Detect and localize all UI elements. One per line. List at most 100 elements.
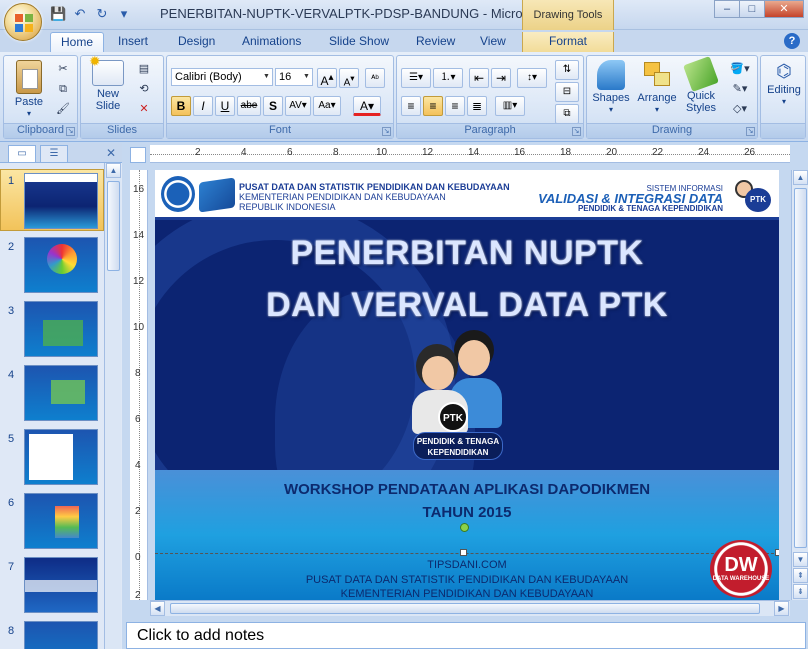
scroll-thumb[interactable] [107,181,120,271]
help-icon[interactable]: ? [784,33,800,49]
reset-icon[interactable]: ⟲ [135,80,153,98]
character-spacing-icon[interactable]: AV▾ [285,96,311,116]
scroll-down-icon[interactable]: ▼ [793,552,808,567]
slide-thumbnail[interactable] [24,429,98,485]
slide-thumbnail[interactable] [24,557,98,613]
quick-styles-icon [683,56,719,92]
resize-handle[interactable] [775,549,779,556]
layout-icon[interactable]: ▤ [135,60,153,78]
tab-review[interactable]: Review [406,32,465,52]
slide-horizontal-scrollbar[interactable]: ◀ ▶ [150,600,790,616]
office-button[interactable] [4,3,42,41]
underline-icon[interactable]: U [215,96,235,116]
minimize-button[interactable]: – [714,0,740,18]
line-spacing-icon[interactable]: ↕▾ [517,68,547,88]
next-slide-icon[interactable]: ⇟ [793,584,808,599]
slide-vertical-scrollbar[interactable]: ▲ ▼ ⇞ ⇟ [791,170,808,600]
cut-icon[interactable]: ✂ [54,60,72,78]
justify-icon[interactable]: ≣ [467,96,487,116]
previous-slide-icon[interactable]: ⇞ [793,568,808,583]
slide-thumbnail[interactable] [24,493,98,549]
scroll-up-icon[interactable]: ▲ [106,163,121,178]
bullets-icon[interactable]: ☰▾ [401,68,431,88]
align-left-icon[interactable]: ≡ [401,96,421,116]
clipboard-launcher-icon[interactable]: ↘ [66,127,75,136]
tab-slide-show[interactable]: Slide Show [319,32,399,52]
align-right-icon[interactable]: ≡ [445,96,465,116]
change-case-icon[interactable]: Aa▾ [313,96,341,116]
delete-slide-icon[interactable]: ✕ [135,100,153,118]
resize-handle[interactable] [460,549,467,556]
shape-effects-icon[interactable]: ◇▾ [727,100,753,118]
new-slide-button[interactable]: ✹ New Slide [85,54,131,112]
maximize-button[interactable]: □ [739,0,765,18]
tab-format[interactable]: Format [522,32,614,52]
slide-thumbnail[interactable] [24,365,98,421]
slide-thumbnail[interactable] [24,237,98,293]
shapes-button[interactable]: Shapes ▾ [591,60,631,116]
tab-selector-icon[interactable] [130,147,146,163]
text-direction-icon[interactable]: ⇅ [555,60,579,80]
tab-view[interactable]: View [470,32,516,52]
undo-icon[interactable]: ↶ [72,6,88,22]
shrink-font-icon[interactable]: A▾ [339,68,359,88]
scroll-left-icon[interactable]: ◀ [150,601,165,616]
ruler-tick: 26 [744,147,756,158]
paste-button[interactable]: Paste ▾ [8,60,50,120]
slide-canvas[interactable]: PUSAT DATA DAN STATISTIK PENDIDIKAN DAN … [155,170,779,600]
shape-outline-icon[interactable]: ✎▾ [727,80,753,98]
copy-icon[interactable]: ⧉ [54,80,72,98]
arrange-button[interactable]: Arrange ▾ [635,60,679,116]
customize-qat-button[interactable]: ▾ [116,6,132,22]
notes-pane[interactable]: Click to add notes [126,622,806,649]
thumbnails-scrollbar[interactable]: ▲ [104,163,121,649]
shape-fill-icon[interactable]: 🪣▾ [727,60,753,78]
close-panel-icon[interactable]: ✕ [106,146,116,160]
grow-font-icon[interactable]: A▴ [317,68,337,88]
text-shadow-icon[interactable]: S [263,96,283,116]
slide-thumbnail[interactable] [24,173,98,229]
org-line-1: PUSAT DATA DAN STATISTIK PENDIDIKAN DAN … [239,182,510,192]
format-painter-icon[interactable]: 🖌 [54,100,72,118]
tab-animations[interactable]: Animations [232,32,311,52]
increase-indent-icon[interactable]: ⇥ [491,68,511,88]
columns-icon[interactable]: ▥▾ [495,96,525,116]
quick-styles-button[interactable]: Quick Styles [681,56,721,114]
editing-button[interactable]: ⌬ Editing ▾ [763,60,805,108]
scroll-thumb[interactable] [794,188,807,548]
font-size-value: 16 [279,71,292,83]
tab-slides-icon[interactable]: ▭ [8,145,36,162]
paragraph-launcher-icon[interactable]: ↘ [572,127,581,136]
redo-icon[interactable]: ↻ [94,6,110,22]
tab-outline-icon[interactable]: ☰ [40,145,68,162]
font-color-icon[interactable]: A▾ [353,96,381,116]
tab-insert[interactable]: Insert [108,32,158,52]
smartart-icon[interactable]: ⧉ [555,104,579,124]
font-family-combo[interactable]: Calibri (Body) ▼ [171,68,273,86]
numbering-icon[interactable]: ⒈▾ [433,68,463,88]
rotation-handle[interactable] [460,523,469,532]
scroll-right-icon[interactable]: ▶ [774,601,789,616]
align-text-icon[interactable]: ⊟ [555,82,579,102]
ruler-tick: 12 [133,276,145,287]
close-button[interactable]: ✕ [764,0,804,18]
tab-home[interactable]: Home [50,32,105,52]
site-text[interactable]: TIPSDANI.COM [155,559,779,571]
clear-formatting-icon[interactable]: ᴬᵇ [365,68,385,88]
footer-line-2: KEMENTERIAN PENDIDIKAN DAN KEBUDAYAAN [340,588,594,600]
tab-design[interactable]: Design [168,32,225,52]
font-size-combo[interactable]: 16 ▼ [275,68,313,86]
scroll-up-icon[interactable]: ▲ [793,170,808,185]
drawing-launcher-icon[interactable]: ↘ [746,127,755,136]
bold-icon[interactable]: B [171,96,191,116]
decrease-indent-icon[interactable]: ⇤ [469,68,489,88]
italic-icon[interactable]: I [193,96,213,116]
dw-logo-text: DW [724,554,758,576]
save-icon[interactable]: 💾 [50,6,66,22]
align-center-icon[interactable]: ≡ [423,96,443,116]
font-launcher-icon[interactable]: ↘ [382,127,391,136]
slide-thumbnail[interactable] [24,621,98,649]
slide-thumbnail[interactable] [24,301,98,357]
strikethrough-icon[interactable]: abe [237,96,261,116]
scroll-thumb[interactable] [170,603,760,614]
